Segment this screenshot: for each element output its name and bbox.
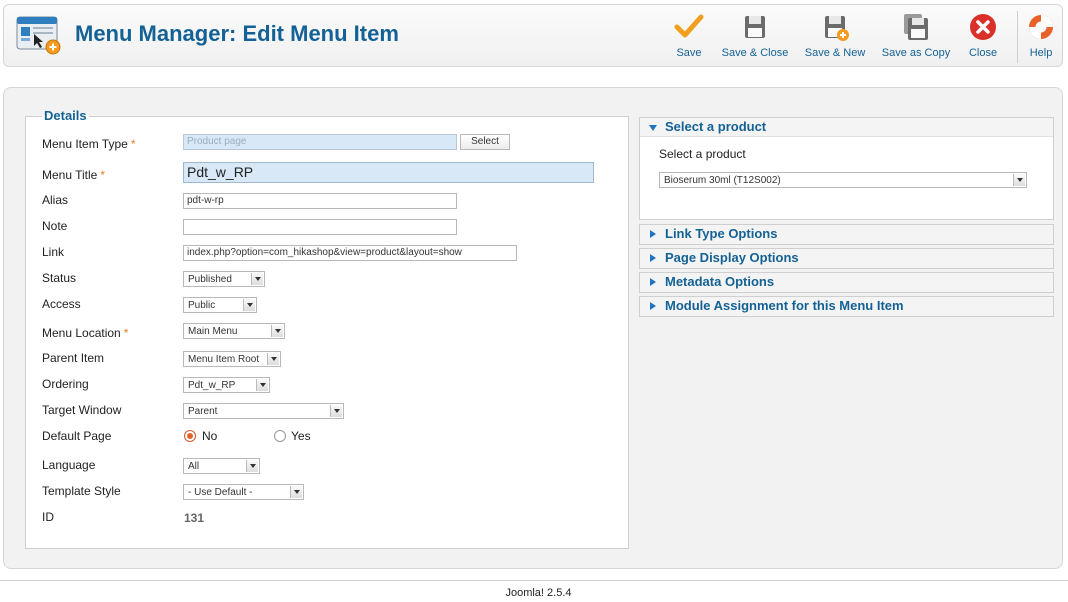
id-label: ID [42,510,54,524]
target-window-select[interactable]: Parent [183,403,344,419]
checkmark-icon [674,14,704,38]
close-icon [970,14,996,40]
save-button[interactable]: Save [672,13,706,63]
language-select[interactable]: All [183,458,260,474]
menu-title-label: Menu Title * [42,168,106,182]
status-select[interactable]: Published [183,271,265,287]
page-title: Menu Manager: Edit Menu Item [75,21,399,46]
chevron-down-icon [267,353,279,365]
close-label: Close [968,47,998,59]
chevron-down-icon [251,273,263,285]
menu-location-value: Main Menu [188,326,238,337]
help-label: Help [1029,47,1053,59]
parent-item-label: Parent Item [42,351,105,365]
floppy-disk-copy-icon [904,14,928,40]
toolbar-header: Menu Manager: Edit Menu Item Save Save &… [3,4,1063,67]
details-legend: Details [42,108,89,123]
save-as-copy-label: Save as Copy [881,47,951,59]
chevron-down-icon [246,460,258,472]
ordering-select[interactable]: Pdt_w_RP [183,377,270,393]
panel-module-assignment-header[interactable]: Module Assignment for this Menu Item [640,297,1053,316]
access-label: Access [42,297,81,311]
details-fieldset: Details Menu Item Type * Product page Sel… [25,108,629,549]
select-menu-type-button[interactable]: Select [460,134,510,150]
default-page-yes-radio[interactable] [274,430,286,442]
default-page-label: Default Page [42,429,112,443]
menu-title-input[interactable]: Pdt_w_RP [183,162,594,183]
save-as-copy-button[interactable]: Save as Copy [880,13,952,63]
panel-link-type-options-header[interactable]: Link Type Options [640,225,1053,244]
chevron-down-icon [1013,174,1025,186]
triangle-down-icon [649,125,657,131]
status-label: Status [42,271,77,285]
chevron-down-icon [243,299,255,311]
lifebuoy-icon [1029,15,1053,39]
menu-item-type-field: Product page [183,134,457,150]
floppy-disk-new-icon [825,16,849,41]
triangle-right-icon [650,254,656,262]
toolbar-divider [1017,11,1018,63]
note-input[interactable] [183,219,457,235]
footer-version: Joomla! 2.5.4 [505,587,572,599]
link-input[interactable]: index.php?option=com_hikashop&view=produ… [183,245,517,261]
language-value: All [188,461,200,472]
status-value: Published [188,274,232,285]
id-value: 131 [184,511,205,525]
panel-select-product-header[interactable]: Select a product [640,118,1053,137]
select-product-label: Select a product [659,147,746,161]
triangle-right-icon [650,278,656,286]
triangle-right-icon [650,230,656,238]
panel-select-product: Select a product Select a product Bioser… [639,117,1054,220]
product-value: Bioserum 30ml (T12S002) [664,175,781,186]
panel-select-product-body: Select a product Bioserum 30ml (T12S002) [640,137,1053,219]
panel-metadata-options: Metadata Options [639,272,1054,293]
chevron-down-icon [271,325,283,337]
panel-link-type-options: Link Type Options [639,224,1054,245]
access-select[interactable]: Public [183,297,257,313]
parent-item-value: Menu Item Root [188,354,260,365]
parent-item-select[interactable]: Menu Item Root [183,351,281,367]
panel-page-display-options: Page Display Options [639,248,1054,269]
template-style-select[interactable]: - Use Default - [183,484,304,500]
language-label: Language [42,458,96,472]
help-button[interactable]: Help [1024,13,1058,63]
template-style-value: - Use Default - [188,487,253,498]
panel-module-assignment: Module Assignment for this Menu Item [639,296,1054,317]
chevron-down-icon [290,486,302,498]
product-select[interactable]: Bioserum 30ml (T12S002) [659,172,1027,188]
target-window-value: Parent [188,406,218,417]
alias-label: Alias [42,193,69,207]
default-page-no-label: No [202,429,218,443]
save-and-new-button[interactable]: Save & New [803,13,867,63]
menu-item-type-label: Menu Item Type * [42,137,136,151]
default-page-no-radio[interactable] [184,430,196,442]
triangle-right-icon [650,302,656,310]
link-label: Link [42,245,65,259]
save-and-new-label: Save & New [804,47,866,59]
note-label: Note [42,219,68,233]
panel-page-display-options-header[interactable]: Page Display Options [640,249,1053,268]
target-window-label: Target Window [42,403,122,417]
access-value: Public [188,300,216,311]
panel-metadata-options-header[interactable]: Metadata Options [640,273,1053,292]
menu-manager-icon [16,16,61,55]
chevron-down-icon [256,379,268,391]
menu-location-label: Menu Location * [42,326,129,340]
save-label: Save [676,47,702,59]
template-style-label: Template Style [42,484,121,498]
ordering-label: Ordering [42,377,89,391]
alias-input[interactable]: pdt-w-rp [183,193,457,209]
footer-divider [0,580,1068,581]
menu-location-select[interactable]: Main Menu [183,323,285,339]
default-page-yes-label: Yes [291,429,311,443]
floppy-disk-icon [745,16,765,38]
save-and-close-label: Save & Close [721,47,789,59]
chevron-down-icon [330,405,342,417]
ordering-value: Pdt_w_RP [188,380,236,391]
edit-form-panel: Details Menu Item Type * Product page Sel… [3,87,1063,569]
close-button[interactable]: Close [966,13,1000,63]
save-and-close-button[interactable]: Save & Close [720,13,790,63]
